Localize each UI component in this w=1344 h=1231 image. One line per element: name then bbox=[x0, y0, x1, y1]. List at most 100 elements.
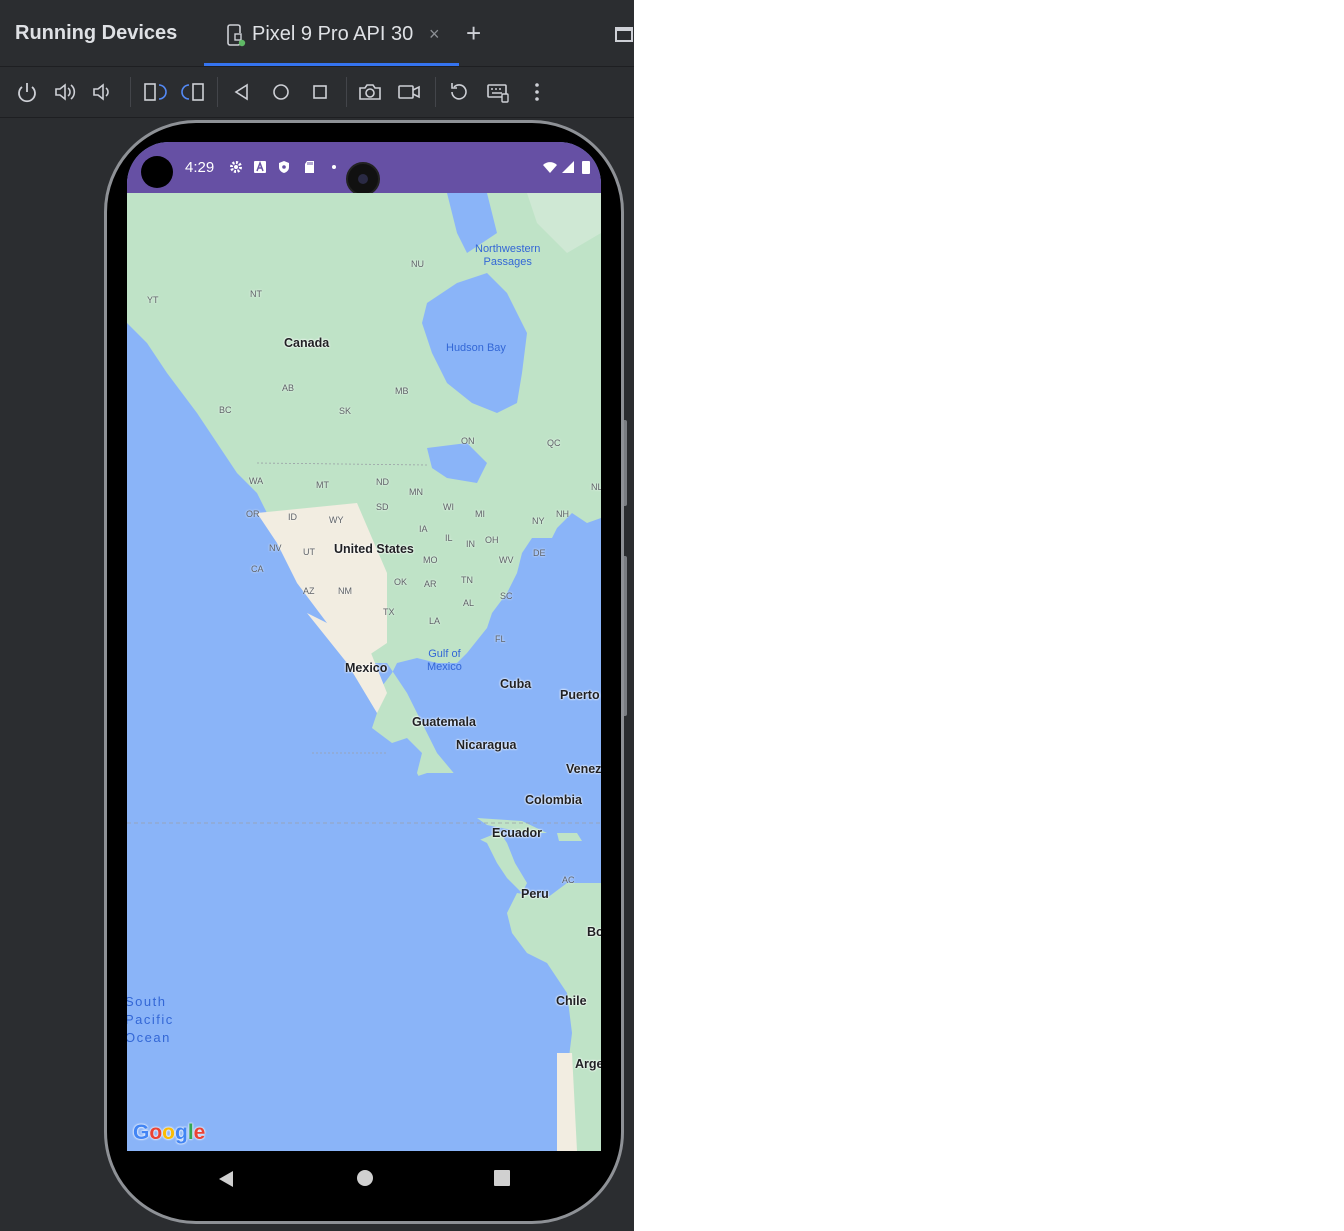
water-label: Northwestern Passages bbox=[475, 243, 541, 268]
volume-up-icon bbox=[55, 83, 76, 101]
country-label: Puerto bbox=[560, 688, 600, 702]
state-label: MI bbox=[475, 509, 485, 519]
state-label: QC bbox=[547, 438, 561, 448]
home-icon bbox=[273, 84, 289, 100]
battery-icon bbox=[582, 161, 590, 174]
rotate-right-button[interactable] bbox=[181, 79, 207, 105]
maximize-icon[interactable] bbox=[615, 27, 633, 42]
country-label: Nicaragua bbox=[456, 738, 517, 752]
state-label: MO bbox=[423, 555, 438, 565]
rotate-left-button[interactable] bbox=[141, 79, 167, 105]
rotate-right-icon bbox=[181, 83, 204, 101]
tab-bar: Running Devices Pixel 9 Pro API 30 × + bbox=[0, 0, 634, 67]
state-label: AL bbox=[463, 598, 475, 608]
country-label: Canada bbox=[284, 336, 330, 350]
state-label: NH bbox=[556, 509, 569, 519]
state-label: AR bbox=[424, 579, 437, 589]
reset-button[interactable] bbox=[446, 79, 472, 105]
nav-overview-icon[interactable] bbox=[493, 1169, 511, 1187]
shield-icon bbox=[279, 161, 289, 173]
state-label: OH bbox=[485, 535, 499, 545]
state-label: WI bbox=[443, 502, 454, 512]
tab-label: Pixel 9 Pro API 30 bbox=[252, 23, 414, 45]
state-label: ND bbox=[376, 477, 389, 487]
state-label: AC bbox=[562, 875, 575, 885]
screenshot-button[interactable] bbox=[357, 79, 383, 105]
toolbar-separator bbox=[217, 77, 218, 107]
state-label: OR bbox=[246, 509, 260, 519]
state-label: DE bbox=[533, 548, 546, 558]
state-label: ON bbox=[461, 436, 475, 446]
country-label: Arge bbox=[575, 1057, 601, 1071]
volume-down-button[interactable] bbox=[90, 79, 116, 105]
panel-title: Running Devices bbox=[15, 22, 178, 44]
volume-down-icon bbox=[93, 83, 109, 101]
water-label: Gulf of Mexico bbox=[427, 648, 462, 673]
state-label: IA bbox=[419, 524, 428, 534]
screenrecord-icon bbox=[398, 85, 420, 99]
toolbar-separator bbox=[435, 77, 436, 107]
nav-back-icon[interactable] bbox=[217, 1169, 235, 1189]
toolbar-separator bbox=[346, 77, 347, 107]
state-label: FL bbox=[495, 634, 506, 644]
device-icon bbox=[227, 24, 246, 47]
back-button[interactable] bbox=[229, 79, 255, 105]
state-label: MT bbox=[316, 480, 329, 490]
country-label: Cuba bbox=[500, 677, 532, 691]
power-icon bbox=[18, 83, 36, 103]
more-options-button[interactable] bbox=[524, 79, 550, 105]
state-label: MB bbox=[395, 386, 409, 396]
overview-icon bbox=[313, 85, 327, 99]
state-label: WY bbox=[329, 515, 344, 525]
ocean-label: South Pacific Ocean bbox=[127, 994, 174, 1045]
google-map[interactable]: Northwestern Passages Hudson Bay Gulf of… bbox=[127, 193, 601, 1151]
state-label: CA bbox=[251, 564, 264, 574]
power-button[interactable] bbox=[14, 79, 40, 105]
state-label: SC bbox=[500, 591, 513, 601]
overview-button[interactable] bbox=[307, 79, 333, 105]
country-label: Mexico bbox=[345, 661, 388, 675]
keyboard-button[interactable] bbox=[485, 79, 511, 105]
add-device-button[interactable]: + bbox=[466, 18, 481, 48]
state-label: IL bbox=[445, 533, 453, 543]
state-label: TN bbox=[461, 575, 473, 585]
state-label: NL bbox=[591, 482, 601, 492]
state-label: IN bbox=[466, 539, 475, 549]
camera-cutout bbox=[141, 156, 173, 188]
wifi-icon bbox=[543, 162, 557, 173]
status-time: 4:29 bbox=[185, 159, 215, 176]
state-label: YT bbox=[147, 295, 159, 305]
water-label: Hudson Bay bbox=[446, 342, 506, 354]
toolbar-separator bbox=[130, 77, 131, 107]
close-tab-icon[interactable]: × bbox=[429, 24, 440, 45]
keyboard-icon bbox=[487, 84, 509, 103]
screen-record-button[interactable] bbox=[396, 79, 422, 105]
state-label: NM bbox=[338, 586, 352, 596]
state-label: SK bbox=[339, 406, 352, 416]
device-screen[interactable]: 4:29 Northwestern Passages Hudson Bay Gu… bbox=[127, 142, 601, 1151]
state-label: BC bbox=[219, 405, 232, 415]
state-label: ID bbox=[288, 512, 297, 522]
state-label: WV bbox=[499, 555, 514, 565]
country-label: Venez bbox=[566, 762, 601, 776]
home-button[interactable] bbox=[268, 79, 294, 105]
more-options-icon bbox=[535, 83, 539, 101]
back-icon bbox=[234, 83, 248, 101]
state-label: LA bbox=[429, 616, 441, 626]
dot-icon bbox=[332, 165, 336, 169]
state-label: TX bbox=[383, 607, 395, 617]
front-camera bbox=[346, 162, 380, 196]
state-label: MN bbox=[409, 487, 423, 497]
country-label: Chile bbox=[556, 994, 587, 1008]
country-label: Bo bbox=[587, 925, 601, 939]
settings-icon bbox=[230, 161, 242, 173]
state-label: WA bbox=[249, 476, 264, 486]
country-label: United States bbox=[334, 542, 414, 556]
state-label: AB bbox=[282, 383, 295, 393]
state-label: NY bbox=[532, 516, 545, 526]
state-label: UT bbox=[303, 547, 315, 557]
volume-up-button[interactable] bbox=[52, 79, 78, 105]
nav-home-icon[interactable] bbox=[356, 1169, 374, 1187]
country-label: Colombia bbox=[525, 793, 582, 807]
tab-pixel-9-pro[interactable]: Pixel 9 Pro API 30 × bbox=[204, 0, 459, 66]
